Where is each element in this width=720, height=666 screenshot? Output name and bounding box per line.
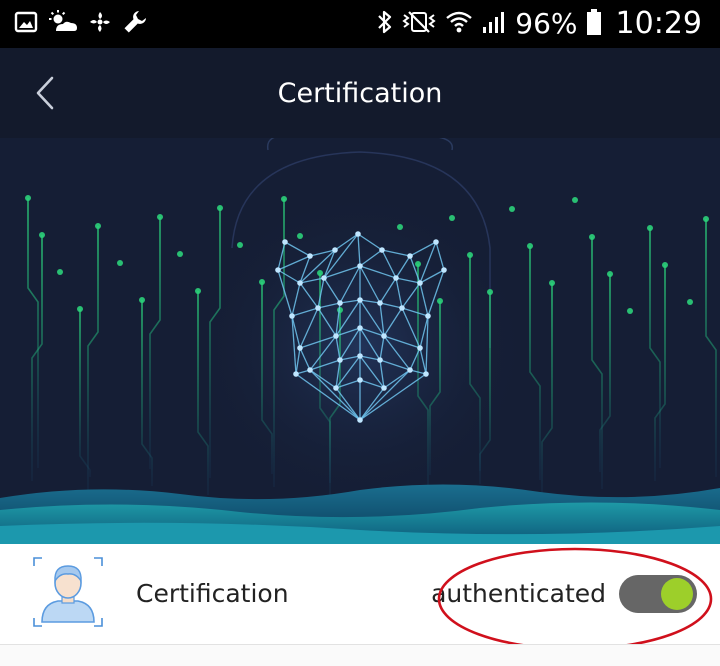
toggle-knob [661,578,693,610]
authentication-status: authenticated [431,579,606,608]
fan-icon [88,10,112,38]
wrench-icon [122,9,148,39]
page-background [0,645,720,666]
wifi-icon [445,9,473,39]
page-title: Certification [277,78,443,109]
status-bar: 96% 10:29 [0,0,720,48]
clock: 10:29 [615,6,702,41]
certification-toggle[interactable] [619,575,697,613]
status-bar-left [14,8,148,40]
signal-icon [481,9,507,39]
user-avatar-icon [32,556,104,628]
chevron-left-icon [36,76,54,110]
gallery-icon [14,10,38,38]
certification-label: Certification [136,579,289,608]
app-bar: Certification [0,48,720,138]
battery-percent: 96% [515,7,578,40]
vibrate-icon [401,9,437,39]
battery-icon [586,8,602,40]
bluetooth-icon [377,9,393,39]
face-mesh-illustration [0,138,720,544]
face-recognition-banner [0,138,720,544]
weather-icon [48,10,78,38]
certification-row [0,544,720,644]
status-bar-right: 96% 10:29 [377,5,702,43]
back-button[interactable] [22,70,68,116]
